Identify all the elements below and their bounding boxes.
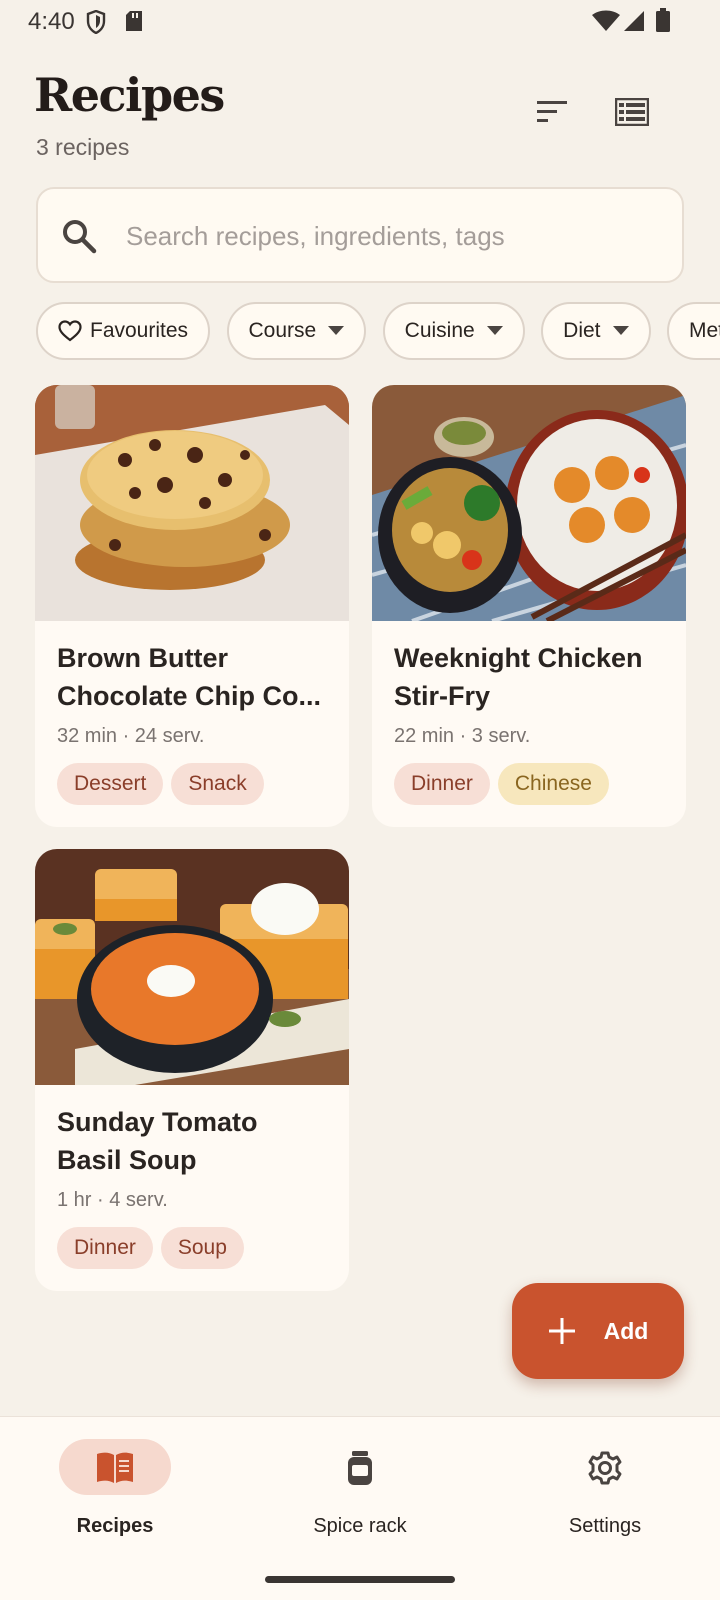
- tag-dinner: Dinner: [394, 763, 490, 805]
- list-view-button[interactable]: [612, 92, 652, 132]
- tag-dessert: Dessert: [57, 763, 164, 805]
- filter-chip-course[interactable]: Course: [226, 302, 367, 360]
- filter-chip-favourites[interactable]: Favourites: [36, 302, 211, 360]
- recipe-meta: 32 min · 24 serv.: [57, 725, 205, 747]
- recipe-count: 3 recipes: [36, 134, 130, 160]
- search-bar[interactable]: [36, 187, 684, 283]
- filter-chip-cuisine[interactable]: Cuisine: [382, 302, 525, 360]
- tag-dinner: Dinner: [57, 1227, 153, 1269]
- filter-chip-label: Method: [688, 319, 720, 342]
- recipe-meta: 22 min · 3 serv.: [394, 725, 531, 747]
- filter-chip-label: Favourites: [90, 319, 189, 342]
- nav-item-recipes[interactable]: Recipes: [5, 1439, 225, 1549]
- gear-icon: [588, 1451, 622, 1485]
- recipe-title: Stir-Fry: [394, 681, 491, 711]
- battery-icon: [656, 8, 670, 32]
- sd-card-icon: [126, 11, 142, 31]
- plus-icon: [548, 1318, 575, 1344]
- recipe-card[interactable]: Sunday Tomato Basil Soup 1 hr · 4 serv. …: [35, 849, 349, 1291]
- filter-chip-label: Course: [248, 319, 317, 342]
- filter-chip-label: Cuisine: [404, 319, 475, 342]
- recipe-meta: 1 hr · 4 serv.: [57, 1189, 168, 1211]
- search-icon: [63, 220, 97, 254]
- tag-row: Dinner Soup: [57, 1227, 252, 1269]
- nav-item-spice-rack[interactable]: Spice rack: [250, 1439, 470, 1549]
- wifi-icon: [592, 10, 620, 31]
- sort-icon: [537, 101, 567, 122]
- book-icon: [97, 1452, 133, 1483]
- tag-row: Dinner Chinese: [394, 763, 617, 805]
- status-time: 4:40: [28, 8, 75, 35]
- add-button-label: Add: [603, 1317, 649, 1344]
- caret-down-icon: [486, 326, 503, 335]
- filter-chip-diet[interactable]: Diet: [541, 302, 651, 360]
- nav-label: Recipes: [76, 1515, 154, 1537]
- recipe-title: Chocolate Chip Co...: [57, 681, 322, 711]
- tag-chinese: Chinese: [497, 763, 609, 805]
- nav-item-settings[interactable]: Settings: [495, 1439, 715, 1549]
- tag-row: Dessert Snack: [57, 763, 272, 805]
- sort-button[interactable]: [532, 94, 572, 130]
- tag-soup: Soup: [160, 1227, 244, 1269]
- recipe-title: Weeknight Chicken: [394, 643, 643, 673]
- nav-label: Settings: [568, 1515, 642, 1537]
- caret-down-icon: [612, 326, 629, 335]
- nav-label: Spice rack: [313, 1515, 407, 1537]
- recipe-title: Brown Butter: [57, 643, 228, 673]
- signal-icon: [624, 11, 644, 31]
- filter-chip-row: Favourites Course Cuisine Diet Method: [36, 302, 720, 360]
- filter-chip-method[interactable]: Method: [666, 302, 720, 360]
- jar-icon: [348, 1451, 372, 1485]
- filter-chip-label: Diet: [563, 319, 601, 342]
- recipe-image-tomato-soup: [35, 849, 349, 1085]
- heart-icon: [58, 320, 82, 342]
- tag-snack: Snack: [171, 763, 264, 805]
- recipe-card[interactable]: Brown Butter Chocolate Chip Co... 32 min…: [35, 385, 349, 827]
- recipe-title: Sunday Tomato: [57, 1107, 258, 1137]
- shield-icon: [86, 10, 106, 34]
- add-recipe-button[interactable]: Add: [512, 1283, 684, 1379]
- recipe-image-stir-fry: [372, 385, 686, 621]
- recipe-title: Basil Soup: [57, 1145, 197, 1175]
- caret-down-icon: [328, 326, 345, 335]
- page-title: Recipes: [34, 68, 225, 122]
- recipe-image-cookies: [35, 385, 349, 621]
- status-bar: 4:40: [0, 0, 720, 44]
- search-input[interactable]: [126, 209, 646, 263]
- bottom-navigation: Recipes Spice rack Settings: [0, 1416, 720, 1600]
- list-view-icon: [615, 98, 649, 126]
- recipe-card[interactable]: Weeknight Chicken Stir-Fry 22 min · 3 se…: [372, 385, 686, 827]
- home-indicator[interactable]: [265, 1576, 455, 1583]
